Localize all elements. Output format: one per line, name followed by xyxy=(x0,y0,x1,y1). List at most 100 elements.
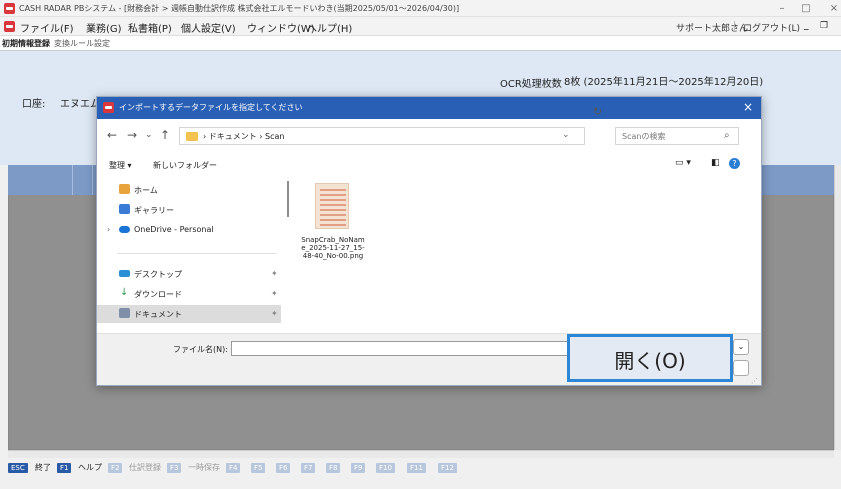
window-title: CASH RADAR PBシステム - [財務会計 > 週帳自動仕訳作成 株式会… xyxy=(19,4,460,13)
close-icon[interactable]: × xyxy=(824,2,841,15)
nav-item-documents[interactable]: ドキュメント ✦ xyxy=(97,305,281,323)
download-icon: ↓ xyxy=(120,287,129,298)
cancel-button[interactable] xyxy=(733,360,749,376)
address-path: › ドキュメント › Scan xyxy=(203,132,285,141)
onedrive-icon xyxy=(119,226,130,233)
minimize-child-icon[interactable]: _ xyxy=(804,21,809,31)
open-button-label: 開く(O) xyxy=(614,349,686,373)
menubar: ファイル(F) 業務(G) 私書箱(P) 個人設定(V) ウィンドウ(W) ヘル… xyxy=(0,17,841,36)
desktop-icon xyxy=(119,270,130,277)
filename-input[interactable] xyxy=(231,341,571,356)
account-value: エヌエム xyxy=(60,99,100,110)
fkey-label: 仕訳登録 xyxy=(129,463,161,472)
breadcrumb-item-conversion-rule[interactable]: 変換ルール設定 xyxy=(54,38,110,49)
minimize-icon[interactable]: – xyxy=(772,2,792,15)
breadcrumb-item-initial-info[interactable]: 初期情報登録 xyxy=(2,38,50,49)
pin-icon: ✦ xyxy=(271,309,278,318)
fkey-f7[interactable]: F7 xyxy=(301,463,316,473)
fkey-label: 一時保存 xyxy=(188,463,220,472)
fkey-f5[interactable]: F5 xyxy=(251,463,266,473)
file-thumbnail[interactable] xyxy=(315,183,349,229)
open-button[interactable]: 開く(O) xyxy=(567,334,733,382)
search-icon: ⌕ xyxy=(724,130,730,141)
nav-item-downloads[interactable]: ↓ ダウンロード ✦ xyxy=(97,285,281,303)
fkey-f1[interactable]: F1 xyxy=(57,463,72,473)
new-folder-button[interactable]: 新しいフォルダー xyxy=(153,160,217,171)
dialog-titlebar: インポートするデータファイルを指定してください × xyxy=(97,97,761,119)
grid-vertical-scrollbar[interactable] xyxy=(834,165,841,450)
up-arrow-icon[interactable]: ↑ xyxy=(160,128,170,142)
nav-item-desktop[interactable]: デスクトップ ✦ xyxy=(97,265,281,283)
nav-scrollbar[interactable] xyxy=(287,181,289,217)
organize-button[interactable]: 整理 ▾ xyxy=(109,160,132,171)
address-dropdown-icon[interactable]: ⌄ xyxy=(562,130,570,140)
menu-personal-settings[interactable]: 個人設定(V) xyxy=(181,20,236,35)
fkey-label: ヘルプ xyxy=(78,463,102,472)
dialog-toolbar: 整理 ▾ 新しいフォルダー ▭ ▾ ◧ ? xyxy=(97,153,761,177)
maximize-icon[interactable]: □ xyxy=(796,2,816,15)
nav-item-label: ダウンロード xyxy=(134,290,182,299)
home-icon xyxy=(119,184,130,194)
fkey-f2[interactable]: F2 xyxy=(108,463,123,473)
help-icon[interactable]: ? xyxy=(729,158,740,169)
recent-dropdown-icon[interactable]: ⌄ xyxy=(145,130,153,140)
nav-item-label: ギャラリー xyxy=(134,206,174,215)
fkey-label: 終了 xyxy=(35,463,51,472)
grid-horizontal-scrollbar[interactable] xyxy=(8,450,834,458)
fkey-f12[interactable]: F12 xyxy=(438,463,457,473)
forward-arrow-icon[interactable]: → xyxy=(127,128,137,142)
search-placeholder: Scanの検索 xyxy=(622,132,666,141)
fkey-f3[interactable]: F3 xyxy=(167,463,182,473)
nav-item-label: ホーム xyxy=(134,186,158,195)
expand-chevron-icon[interactable]: › xyxy=(107,225,110,234)
menu-file[interactable]: ファイル(F) xyxy=(20,20,74,35)
nav-item-home[interactable]: ホーム xyxy=(97,181,281,199)
refresh-icon[interactable]: ↻ xyxy=(593,105,602,118)
gallery-icon xyxy=(119,204,130,214)
resize-grip-icon[interactable]: ⋰ xyxy=(751,377,758,385)
pin-icon: ✦ xyxy=(271,269,278,278)
app-titlebar: CASH RADAR PBシステム - [財務会計 > 週帳自動仕訳作成 株式会… xyxy=(0,0,841,17)
logout-link[interactable]: ログアウト(L) xyxy=(743,21,800,34)
file-type-dropdown[interactable]: ⌄ xyxy=(733,339,749,355)
fkey-f8[interactable]: F8 xyxy=(326,463,341,473)
folder-icon xyxy=(186,132,198,141)
ocr-count-value: 8枚 (2025年11月21日〜2025年12月20日) xyxy=(564,77,764,88)
menu-mailbox[interactable]: 私書箱(P) xyxy=(128,20,172,35)
navigation-pane: ホーム ギャラリー › OneDrive - Personal デスクトップ ✦… xyxy=(97,177,287,333)
dialog-close-icon[interactable]: × xyxy=(743,100,753,114)
documents-icon xyxy=(119,308,130,318)
function-key-bar: ESC 終了 F1 ヘルプ F2 仕訳登録 F3 一時保存 F4 F5 F6 F7 F8 F9 F10 F11… xyxy=(0,461,841,475)
search-input[interactable]: Scanの検索 ⌕ xyxy=(615,127,739,145)
import-file-dialog: インポートするデータファイルを指定してください × ← → ⌄ ↑ › ドキュメ… xyxy=(96,96,762,386)
fkey-f10[interactable]: F10 xyxy=(376,463,395,473)
file-name-label[interactable]: SnapCrab_NoName_2025-11-27_15-48-40_No-0… xyxy=(301,236,365,260)
view-options-icon[interactable]: ▭ ▾ xyxy=(675,158,691,168)
nav-item-onedrive[interactable]: › OneDrive - Personal xyxy=(97,221,281,239)
fkey-f9[interactable]: F9 xyxy=(351,463,366,473)
back-arrow-icon[interactable]: ← xyxy=(107,128,117,142)
nav-item-label: OneDrive - Personal xyxy=(134,225,214,234)
app-logo-icon xyxy=(4,3,15,14)
fkey-f11[interactable]: F11 xyxy=(407,463,426,473)
address-bar[interactable]: › ドキュメント › Scan ⌄ xyxy=(179,127,585,145)
ocr-count-label: OCR処理枚数 xyxy=(500,79,562,90)
menu-logo-icon xyxy=(4,21,15,32)
user-name: サポート太郎さん xyxy=(676,24,749,34)
menu-separator: | xyxy=(733,21,737,31)
filename-label: ファイル名(N): xyxy=(173,345,228,354)
fkey-f4[interactable]: F4 xyxy=(226,463,241,473)
pin-icon: ✦ xyxy=(271,289,278,298)
restore-child-icon[interactable]: ❐ xyxy=(820,21,828,31)
breadcrumb: 初期情報登録 変換ルール設定 xyxy=(0,36,841,51)
dialog-logo-icon xyxy=(103,102,114,113)
fkey-f6[interactable]: F6 xyxy=(276,463,291,473)
menu-window[interactable]: ウィンドウ(W) xyxy=(247,20,315,35)
fkey-esc[interactable]: ESC xyxy=(8,463,28,473)
account-label: 口座: xyxy=(22,99,46,110)
menu-help[interactable]: ヘルプ(H) xyxy=(307,20,352,35)
menu-business[interactable]: 業務(G) xyxy=(86,20,122,35)
preview-pane-icon[interactable]: ◧ xyxy=(711,158,720,168)
nav-item-gallery[interactable]: ギャラリー xyxy=(97,201,281,219)
dialog-title: インポートするデータファイルを指定してください xyxy=(119,103,303,112)
